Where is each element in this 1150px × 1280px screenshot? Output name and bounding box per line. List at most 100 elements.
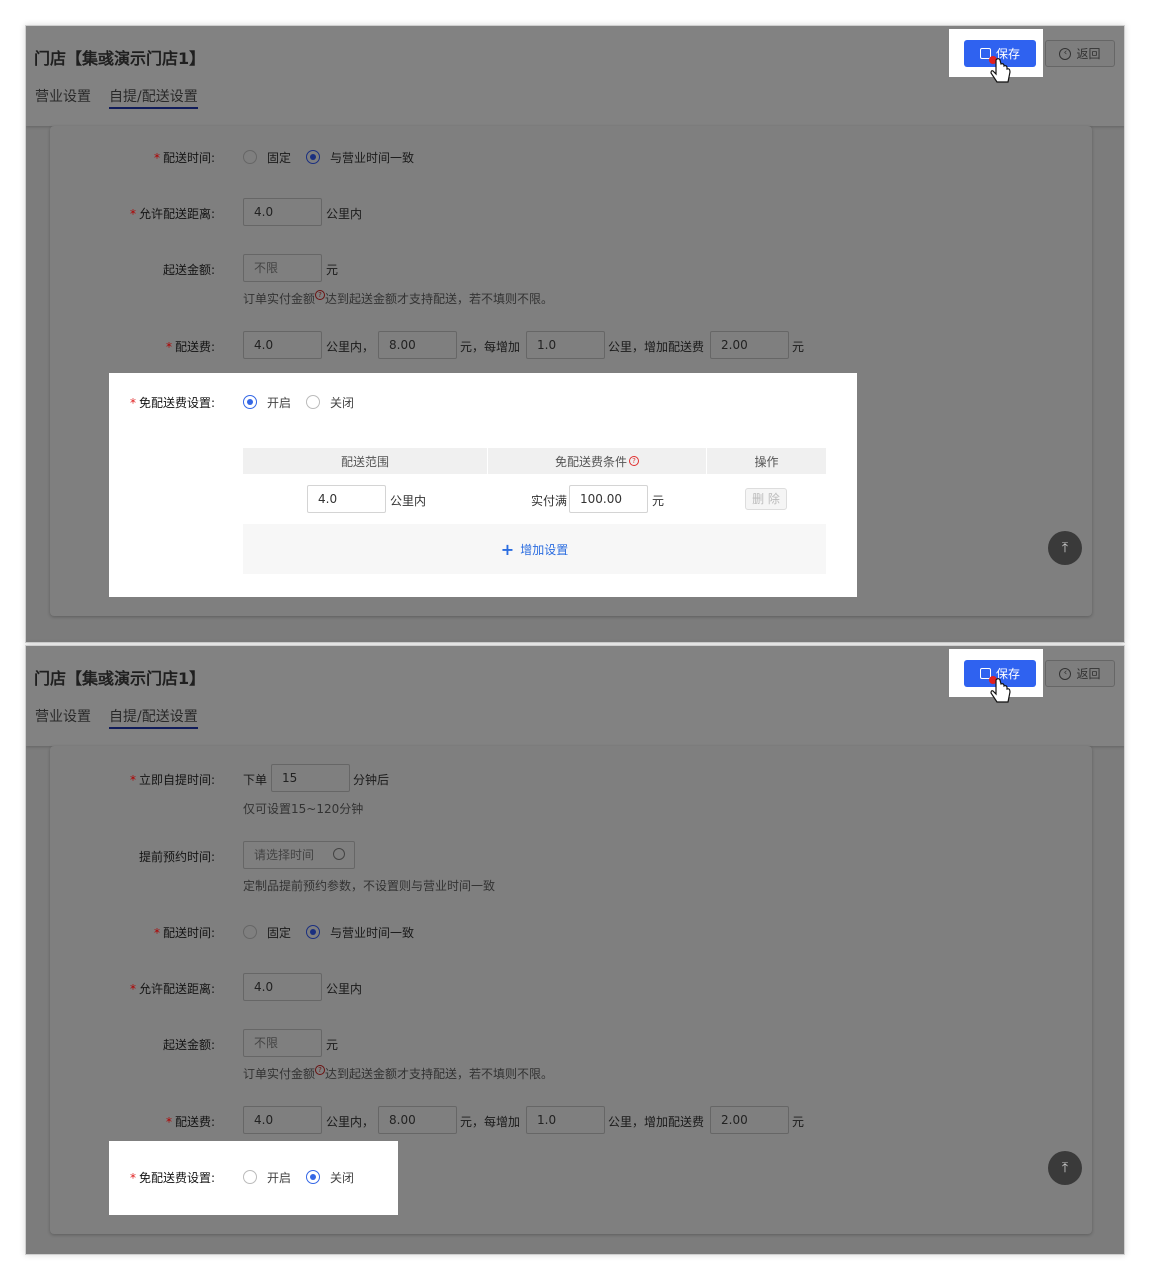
min-amount-hint: 订单实付金额? 达到起送金额才支持配送，若不填则不限。: [243, 290, 554, 306]
fee-text-2: 元，每增加: [460, 1115, 521, 1129]
pickup-suffix: 分钟后: [353, 773, 390, 787]
radio-free-fee-off-label: 关闭: [330, 1171, 355, 1185]
distance-unit: 公里内: [326, 982, 363, 996]
tab-business-settings[interactable]: 营业设置: [35, 86, 91, 106]
distance-input[interactable]: 4.0: [243, 973, 322, 1001]
radio-fixed-label: 固定: [267, 926, 292, 940]
question-icon[interactable]: ?: [315, 1065, 326, 1075]
radio-same-as-business[interactable]: [306, 150, 320, 164]
radio-free-fee-on-label: 开启: [267, 396, 292, 410]
page-header: 门店【集彧演示门店1】 营业设置 自提/配送设置 保存 ‹ 返回: [26, 646, 1124, 746]
cond-input[interactable]: 100.00: [569, 485, 648, 513]
fee-base-input[interactable]: 8.00: [378, 331, 457, 359]
radio-same-as-business-label: 与营业时间一致: [330, 926, 415, 940]
fee-label: * 配送费:: [165, 1115, 215, 1129]
distance-unit: 公里内: [326, 207, 363, 221]
clock-icon: [333, 848, 345, 860]
radio-free-fee-off[interactable]: [306, 395, 320, 409]
back-to-top-icon[interactable]: ⤒: [1048, 531, 1082, 565]
page-title: 门店【集彧演示门店1】: [34, 669, 206, 688]
page-header: 门店【集彧演示门店1】 营业设置 自提/配送设置 保存 ‹ 返回: [26, 26, 1124, 126]
hand-cursor-icon: [989, 56, 1011, 83]
fee-km-input[interactable]: 4.0: [243, 1106, 322, 1134]
range-unit: 公里内: [390, 494, 427, 508]
fee-add-input[interactable]: 2.00: [710, 1106, 789, 1134]
cond-unit: 元: [652, 494, 665, 508]
fee-label: * 配送费:: [165, 340, 215, 354]
col-action: 操作: [754, 454, 779, 469]
tab-pickup-delivery-settings[interactable]: 自提/配送设置: [109, 706, 198, 726]
radio-fixed[interactable]: [243, 150, 257, 164]
reserve-hint: 定制品提前预约参数，不设置则与营业时间一致: [243, 879, 496, 893]
back-icon: ‹: [1059, 47, 1072, 60]
min-amount-input[interactable]: 不限: [243, 254, 322, 282]
back-button[interactable]: ‹ 返回: [1045, 660, 1115, 687]
screenshot-panel-1: 门店【集彧演示门店1】 营业设置 自提/配送设置 保存 ‹ 返回 * 配送时间: …: [25, 25, 1125, 643]
delete-button[interactable]: 删 除: [745, 488, 787, 510]
pickup-minutes-input[interactable]: 15: [271, 764, 350, 792]
tab-business-settings[interactable]: 营业设置: [35, 706, 91, 726]
radio-free-fee-off[interactable]: [306, 1170, 320, 1184]
back-icon: ‹: [1059, 667, 1072, 680]
radio-free-fee-off-label: 关闭: [330, 396, 355, 410]
fee-text-4: 元: [792, 1115, 805, 1129]
settings-card: * 立即自提时间: 下单 15 分钟后 仅可设置15~120分钟 提前预约时间: …: [50, 746, 1092, 1234]
col-condition: 免配送费条件?: [488, 448, 707, 474]
fee-km-input[interactable]: 4.0: [243, 331, 322, 359]
range-input[interactable]: 4.0: [307, 485, 386, 513]
add-setting-button[interactable]: + 增加设置: [243, 524, 826, 574]
hand-cursor-icon: [989, 676, 1011, 703]
distance-input[interactable]: 4.0: [243, 198, 322, 226]
radio-free-fee-on[interactable]: [243, 395, 257, 409]
distance-label: * 允许配送距离:: [129, 207, 215, 221]
fee-base-input[interactable]: 8.00: [378, 1106, 457, 1134]
delivery-time-label: * 配送时间:: [153, 151, 215, 165]
question-icon[interactable]: ?: [315, 290, 326, 300]
page-title: 门店【集彧演示门店1】: [34, 49, 206, 68]
add-setting-label: 增加设置: [520, 542, 569, 557]
radio-fixed[interactable]: [243, 925, 257, 939]
fee-step-input[interactable]: 1.0: [526, 1106, 605, 1134]
pickup-time-label: * 立即自提时间:: [129, 773, 215, 787]
min-amount-input[interactable]: 不限: [243, 1029, 322, 1057]
radio-fixed-label: 固定: [267, 151, 292, 165]
distance-label: * 允许配送距离:: [129, 982, 215, 996]
delivery-time-label: * 配送时间:: [153, 926, 215, 940]
free-fee-label: * 免配送费设置:: [129, 1171, 215, 1185]
cond-prefix: 实付满: [531, 494, 568, 508]
fee-step-input[interactable]: 1.0: [526, 331, 605, 359]
free-fee-table-header: 配送范围 免配送费条件? 操作: [243, 448, 826, 474]
col-range: 配送范围: [243, 448, 488, 474]
back-button[interactable]: ‹ 返回: [1045, 40, 1115, 67]
tab-pickup-delivery-settings[interactable]: 自提/配送设置: [109, 86, 198, 106]
fee-text-1: 公里内，: [326, 1115, 375, 1129]
min-amount-unit: 元: [326, 263, 339, 277]
active-tab-underline: [109, 107, 198, 109]
radio-free-fee-on-label: 开启: [267, 1171, 292, 1185]
fee-add-input[interactable]: 2.00: [710, 331, 789, 359]
radio-free-fee-on[interactable]: [243, 1170, 257, 1184]
radio-same-as-business[interactable]: [306, 925, 320, 939]
back-to-top-icon[interactable]: ⤒: [1048, 1151, 1082, 1185]
free-fee-label: * 免配送费设置:: [129, 396, 215, 410]
back-button-label: 返回: [1076, 47, 1101, 61]
fee-text-2: 元，每增加: [460, 340, 521, 354]
fee-text-3: 公里，增加配送费: [608, 340, 705, 354]
question-icon[interactable]: ?: [629, 456, 639, 466]
radio-same-as-business-label: 与营业时间一致: [330, 151, 415, 165]
min-amount-label: 起送金额:: [162, 263, 215, 277]
min-amount-unit: 元: [326, 1038, 339, 1052]
screenshot-panel-2: 门店【集彧演示门店1】 营业设置 自提/配送设置 保存 ‹ 返回 * 立即自提时间…: [25, 645, 1125, 1255]
free-fee-highlight: * 免配送费设置: 开启 关闭 配送范围 免配送费条件? 操作 4.0 公里内 实…: [109, 373, 857, 597]
free-fee-highlight: * 免配送费设置: 开启 关闭: [109, 1141, 398, 1215]
settings-card: * 配送时间: 固定 与营业时间一致 * 允许配送距离: 4.0 公里内 起送金额:…: [50, 126, 1092, 616]
min-amount-hint: 订单实付金额? 达到起送金额才支持配送，若不填则不限。: [243, 1065, 554, 1081]
pickup-prefix: 下单: [243, 773, 268, 787]
back-button-label: 返回: [1076, 667, 1101, 681]
fee-text-1: 公里内，: [326, 340, 375, 354]
fee-text-3: 公里，增加配送费: [608, 1115, 705, 1129]
fee-text-4: 元: [792, 340, 805, 354]
min-amount-label: 起送金额:: [162, 1038, 215, 1052]
plus-icon: +: [500, 539, 515, 559]
active-tab-underline: [109, 727, 198, 729]
